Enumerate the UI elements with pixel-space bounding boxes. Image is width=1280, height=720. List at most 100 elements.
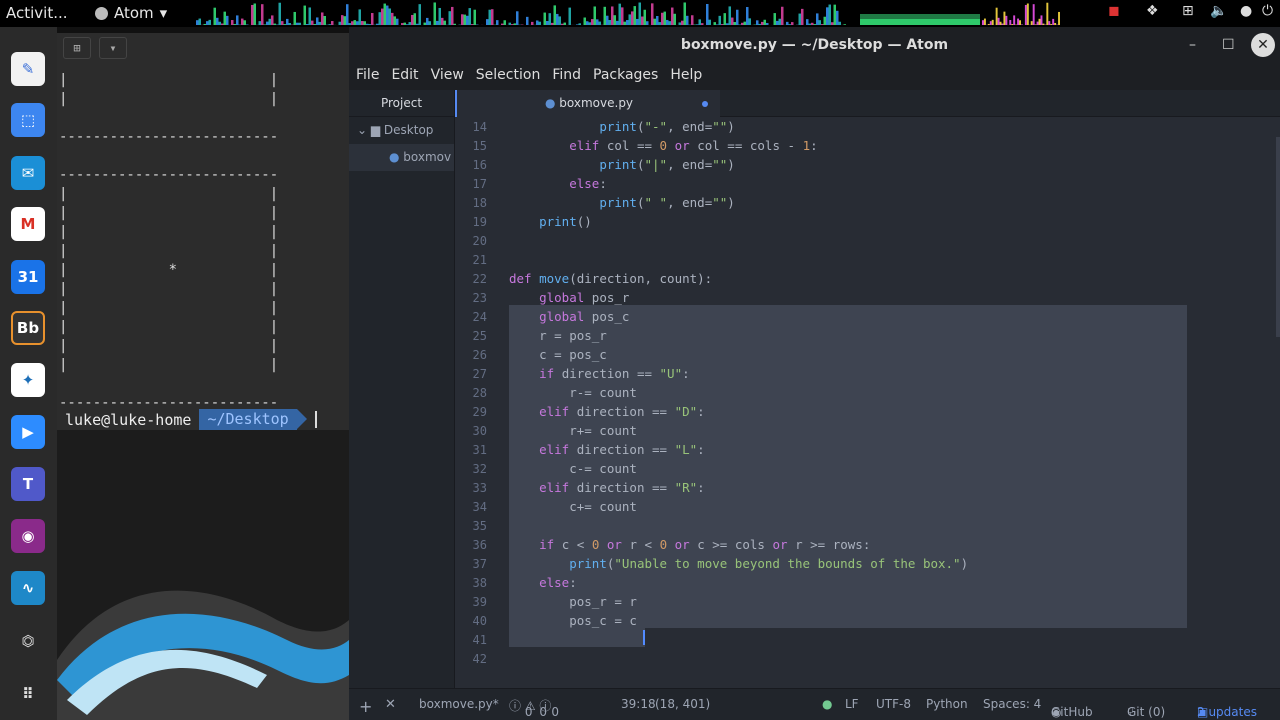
code-line: else: — [539, 575, 577, 590]
line-number: 25 — [472, 329, 487, 343]
calendar-icon[interactable]: 31 — [11, 260, 45, 294]
activities-button[interactable]: Activit... — [6, 4, 68, 22]
terminal-window[interactable]: ⊞ ▾ | | | | -------------------------- --… — [57, 33, 349, 430]
screenshot-icon[interactable]: ⬚ — [11, 103, 45, 137]
code-line: pos_r = r — [509, 594, 637, 609]
status-spaces[interactable]: Spaces: 4 — [983, 697, 1041, 711]
volume-icon[interactable]: 🔈 — [1210, 3, 1227, 19]
code-line: elif direction == "D": — [539, 404, 705, 419]
line-number: 27 — [472, 367, 487, 381]
line-number: 16 — [472, 158, 487, 172]
errors-count: 0 — [524, 705, 533, 719]
code-editor[interactable]: 14 15 16 17 18 19 20 21 22 23 24 25 26 27 28 29 30 31 32 33… — [455, 117, 1280, 688]
top-bar: Activit... Atom ▾ ◼ ❖ ⊞ 🔈 ● ⏻ — [0, 0, 1280, 27]
line-number: 18 — [472, 196, 487, 210]
teams-icon[interactable]: T — [11, 467, 45, 501]
app-grid-icon[interactable]: ⠿ — [11, 677, 45, 711]
line-number: 36 — [472, 538, 487, 552]
line-number: 15 — [472, 139, 487, 153]
network-icon[interactable]: ⊞ — [1182, 3, 1194, 19]
code-line: elif direction == "L": — [539, 442, 705, 457]
menu-help[interactable]: Help — [670, 64, 709, 90]
app-menu[interactable]: Atom ▾ — [95, 4, 167, 22]
line-number: 30 — [472, 424, 487, 438]
updates-label: 2 updates — [1197, 705, 1257, 719]
line-number-gutter: 14 15 16 17 18 19 20 21 22 23 24 25 26 27 28 29 30 31 32 33… — [455, 117, 497, 688]
code-line: pos_c = c — [509, 613, 637, 628]
terminal-output: | | | | -------------------------- -----… — [59, 72, 279, 411]
add-icon[interactable]: + — [359, 697, 372, 716]
code-line: print() — [539, 214, 592, 229]
code-line: r-= count — [509, 385, 637, 400]
line-number: 28 — [472, 386, 487, 400]
usb-icon[interactable]: ⏣ — [11, 624, 45, 658]
menu-packages[interactable]: Packages — [593, 64, 665, 90]
text-editor-icon[interactable]: ✎ — [11, 52, 45, 86]
memory-monitor-graph — [860, 14, 980, 25]
status-position[interactable]: 39:18 — [621, 697, 656, 711]
code-line: elif col == 0 or col == cols - 1: — [569, 138, 818, 153]
code-line: r = pos_r — [509, 328, 607, 343]
menu-file[interactable]: File — [356, 64, 386, 90]
scrollbar[interactable] — [1276, 137, 1280, 337]
app-menu-label: Atom — [114, 4, 154, 22]
code-line: c+= count — [509, 499, 637, 514]
dropbox-icon[interactable]: ❖ — [1146, 3, 1159, 19]
microphone-icon[interactable]: ● — [1240, 3, 1252, 19]
info-count: 0 — [551, 705, 560, 719]
prompt-user: luke@luke-home — [65, 410, 192, 429]
code-line: c-= count — [509, 461, 637, 476]
maple-icon[interactable]: ✦ — [11, 363, 45, 397]
line-number: 40 — [472, 614, 487, 628]
line-number: 23 — [472, 291, 487, 305]
tree-file-boxmove[interactable]: ● boxmov — [349, 144, 454, 171]
code-line: print("-", end="") — [599, 119, 735, 134]
tree-header[interactable]: Project — [349, 90, 454, 117]
menu-edit[interactable]: Edit — [391, 64, 425, 90]
status-errors[interactable]: ⓘ 0 ⚠ 0 ⓘ 0 — [509, 697, 559, 719]
video-editor-icon[interactable]: ◉ — [11, 519, 45, 553]
menu-view[interactable]: View — [431, 64, 471, 90]
code-line: print(" ", end="") — [599, 195, 735, 210]
wallpaper-wave — [57, 590, 349, 720]
maximize-button[interactable]: ☐ — [1222, 27, 1235, 64]
record-icon[interactable]: ◼ — [1108, 3, 1120, 19]
prompt-path: ~/Desktop — [199, 409, 308, 430]
menu-find[interactable]: Find — [552, 64, 588, 90]
mail-icon[interactable]: ✉ — [11, 156, 45, 190]
close-button[interactable]: ✕ — [1251, 33, 1275, 57]
caret-down-icon: ▾ — [159, 4, 168, 22]
status-encoding[interactable]: UTF-8 — [876, 697, 911, 711]
new-tab-icon[interactable]: ⊞ — [63, 37, 91, 59]
code-line: r+= count — [509, 423, 637, 438]
power-icon[interactable]: ⏻ — [1262, 3, 1273, 19]
line-number: 32 — [472, 462, 487, 476]
system-monitor-icon[interactable]: ∿ — [11, 571, 45, 605]
window-title-text: boxmove.py — ~/Desktop — Atom — [680, 37, 949, 53]
code-line: def move(direction, count): — [509, 271, 713, 286]
code-line: if direction == "U": — [539, 366, 690, 381]
terminal-prompt[interactable]: luke@luke-home ~/Desktop — [57, 409, 349, 430]
tab-boxmove[interactable]: ● boxmove.py — [455, 90, 720, 117]
code-line: elif direction == "R": — [539, 480, 705, 495]
tree-folder-label: Desktop — [383, 123, 434, 137]
line-number: 14 — [472, 120, 487, 134]
line-number: 33 — [472, 481, 487, 495]
status-grammar[interactable]: Python — [926, 697, 968, 711]
menu-selection[interactable]: Selection — [476, 64, 548, 90]
code-line: global pos_r — [539, 290, 630, 305]
line-number: 24 — [472, 310, 487, 324]
bibble-icon[interactable]: Bb — [11, 311, 45, 345]
minimize-button[interactable]: – — [1189, 27, 1196, 64]
tab-bar: ● boxmove.py — [455, 90, 1280, 117]
zoom-icon[interactable]: ▶ — [11, 415, 45, 449]
atom-app-icon — [95, 6, 108, 20]
chevron-down-icon[interactable]: ▾ — [99, 37, 127, 59]
close-icon[interactable]: ✕ — [385, 697, 396, 712]
network-monitor-graph — [982, 2, 1060, 25]
status-file[interactable]: boxmove.py* — [419, 697, 499, 711]
status-eol[interactable]: LF — [845, 697, 859, 711]
tree-folder-desktop[interactable]: ⌄ ▆ Desktop — [349, 117, 454, 144]
code-line: if c < 0 or r < 0 or c >= cols or r >= r… — [539, 537, 871, 552]
gmail-icon[interactable]: M — [11, 207, 45, 241]
